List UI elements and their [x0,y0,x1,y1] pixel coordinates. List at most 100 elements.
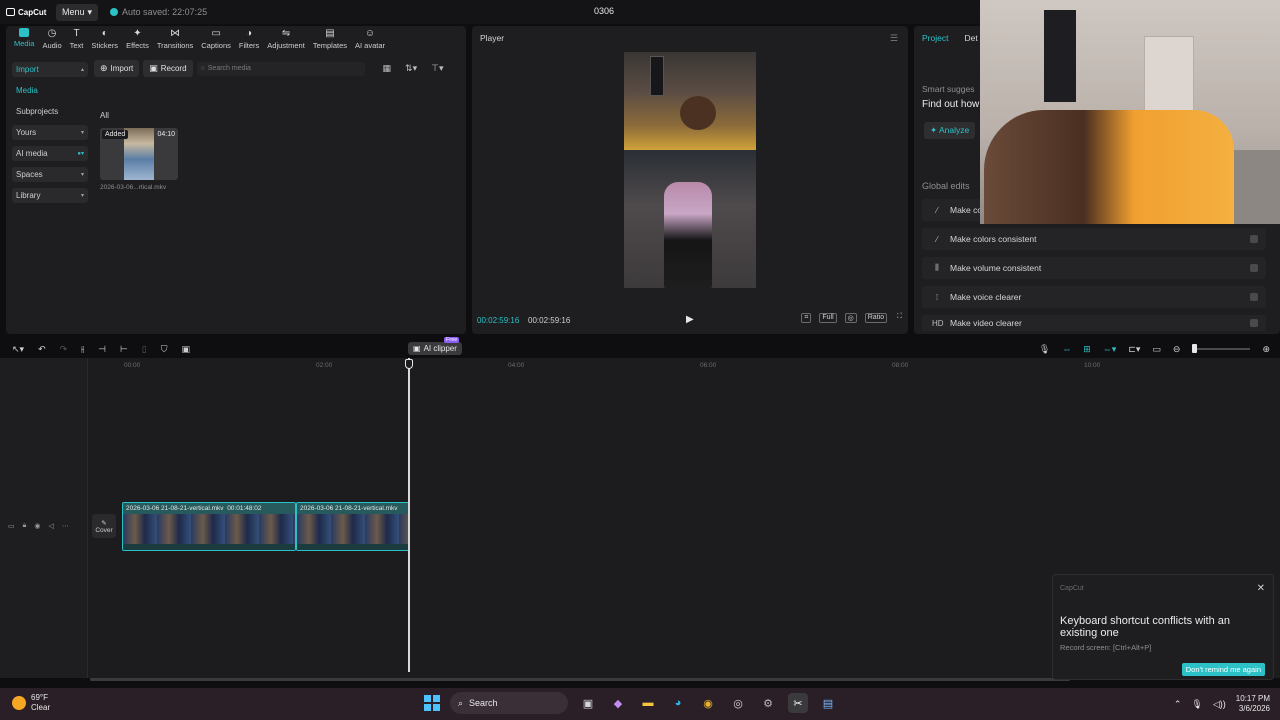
tab-text[interactable]: T Text [66,28,88,50]
import-button[interactable]: ⊕ Import [94,60,140,77]
toggle-switch[interactable] [1250,319,1258,327]
zoom-in-icon[interactable]: ⊕ [1262,344,1270,355]
tab-captions[interactable]: ▭ Captions [197,28,235,50]
preview-axis-icon[interactable]: ⊏▾ [1128,344,1140,355]
tab-audio[interactable]: ◷ Audio [38,28,65,50]
copilot-icon[interactable]: ◆ [608,693,628,713]
global-edit-voice[interactable]: ⁞ Make voice clearer [922,286,1266,308]
select-tool-icon[interactable]: ↖▾ [12,344,24,355]
capcut-taskbar-icon[interactable]: ✂ [788,693,808,713]
hamburger-icon[interactable]: ☰ [890,33,898,44]
tab-adjustment[interactable]: ⇋ Adjustment [263,28,309,50]
snap-icon[interactable]: ⊞ [1083,344,1091,355]
github-icon[interactable]: ◎ [728,693,748,713]
sidebar-item-import[interactable]: Import ▴ [12,62,88,77]
sidebar-item-ai-media[interactable]: AI media ●▾ [12,146,88,161]
snapshot-icon[interactable]: ◎ [844,313,857,323]
microphone-icon[interactable]: 🎙 [1191,699,1202,710]
clock[interactable]: 10:17 PM 3/6/2026 [1236,694,1270,714]
sort-icon[interactable]: ⇅▾ [405,63,417,74]
playhead[interactable] [408,358,410,672]
shield-icon[interactable]: ⛉ [161,344,168,355]
tab-stickers[interactable]: ◐ Stickers [87,28,122,50]
menu-button[interactable]: Menu ▾ [56,3,99,21]
taskbar-search[interactable]: ⌕ Search [450,692,568,714]
sidebar-item-subprojects[interactable]: Subprojects [12,104,88,119]
system-tray: ⌃ 🎙 ◁)) 10:17 PM 3/6/2026 [1174,694,1270,714]
global-edit-video[interactable]: HD Make video clearer [922,315,1266,331]
cover-button[interactable]: ✎ Cover [92,514,116,538]
weather-widget[interactable]: 69°F Clear [12,693,50,713]
toggle-switch[interactable] [1250,264,1258,272]
global-edit-colors[interactable]: ⁄ Make colors consistent [922,228,1266,250]
tab-transitions[interactable]: ⋈ Transitions [153,28,197,50]
global-edit-volume[interactable]: ⫼ Make volume consistent [922,257,1266,279]
zoom-out-icon[interactable]: ⊖ [1173,344,1181,355]
more-icon[interactable]: ⋯ [62,522,69,530]
trim-left-icon[interactable]: ⊣ [98,344,106,355]
video-clip[interactable]: 2026-03-06 21-08-21-vertical.mkv 00:01:4… [122,502,296,551]
tab-ai-avatar[interactable]: ☺ AI avatar [351,28,389,50]
caption-icon[interactable]: ▭ [1152,344,1161,355]
tab-media[interactable]: Media [10,28,38,48]
settings-icon[interactable]: ⚙ [758,693,778,713]
speaker-icon[interactable]: ◁ [48,522,53,530]
filter-icon[interactable]: ⊤▾ [431,63,443,74]
chrome-icon[interactable]: ◉ [698,693,718,713]
zoom-slider-knob[interactable] [1192,344,1198,353]
fullscreen-icon[interactable]: ⛶ [895,313,904,323]
undo-icon[interactable]: ↶ [38,344,46,355]
photos-icon[interactable]: ▤ [818,693,838,713]
split-icon[interactable]: ⫲ [81,344,84,355]
tab-project[interactable]: Project [922,33,948,43]
task-view-icon[interactable]: ▣ [578,693,598,713]
speaker-icon[interactable]: ◁)) [1213,699,1226,710]
full-quality-button[interactable]: Full [819,313,837,323]
autosave-status: Auto saved: 22:07:25 [110,7,207,17]
sidebar-item-library[interactable]: Library ▾ [12,188,88,203]
play-icon[interactable]: ▶ [686,314,694,325]
playhead-handle[interactable] [405,359,413,369]
time-ruler[interactable]: 00:00 02:00 04:00 06:00 08:00 10:00 [90,358,1280,372]
trim-right-icon[interactable]: ⊢ [120,344,128,355]
tab-effects[interactable]: ✦ Effects [122,28,153,50]
media-thumbnail[interactable]: Added 04:10 [100,128,178,180]
tab-filters[interactable]: ◑ Filters [235,28,263,50]
close-icon[interactable]: ✕ [1257,583,1265,594]
link-icon[interactable]: ⇔ [1062,344,1071,354]
tab-details[interactable]: Det [964,33,977,43]
toggle-switch[interactable] [1250,293,1258,301]
windows-start-icon[interactable] [424,695,440,711]
ratio-button[interactable]: Ratio [864,313,888,323]
dont-remind-button[interactable]: Don't remind me again [1181,663,1265,676]
sidebar-item-yours[interactable]: Yours ▾ [12,125,88,140]
smart-edit-icon[interactable]: ▣ [181,344,190,355]
record-button[interactable]: ▣ Record [143,60,193,77]
toggle-switch[interactable] [1250,235,1258,243]
chevron-up-icon[interactable]: ⌃ [1174,699,1182,710]
track-select-icon[interactable]: ▭ [8,522,15,530]
lock-icon[interactable]: 🔒︎ [23,522,27,530]
clip-label: 2026-03-06 21-08-21-vertical.mkv [297,503,408,514]
sidebar-item-media[interactable]: Media [12,83,88,98]
microphone-icon[interactable]: 🎙 [1039,344,1050,355]
video-clip[interactable]: 2026-03-06 21-08-21-vertical.mkv [296,502,409,551]
eye-icon[interactable]: ◉ [34,522,40,530]
grid-view-icon[interactable]: ▦ [383,63,392,74]
notification-toast: CapCut ✕ Keyboard shortcut conflicts wit… [1052,574,1274,680]
tab-templates[interactable]: ▤ Templates [309,28,351,50]
file-explorer-icon[interactable]: ▬ [638,693,658,713]
search-input[interactable]: ○ Search media [196,61,365,76]
delete-icon[interactable]: ▯ [142,344,147,355]
redo-icon[interactable]: ↷ [60,344,68,355]
video-preview[interactable] [624,52,756,288]
zoom-slider[interactable] [1192,344,1251,353]
magnet-icon[interactable]: ⇔▾ [1103,344,1117,355]
edge-icon[interactable]: ◕ [668,693,688,713]
toast-title: Keyboard shortcut conflicts with an exis… [1060,615,1230,639]
sidebar-item-spaces[interactable]: Spaces ▾ [12,167,88,182]
media-area: ⊕ Import ▣ Record ○ Search media ▦ ⇅▾ ⊤▾ Al… [90,56,466,355]
analyze-button[interactable]: ✦ Analyze [924,122,976,139]
timeline-scrollbar[interactable] [90,678,1070,681]
crop-icon[interactable]: ⌗ [801,313,812,323]
